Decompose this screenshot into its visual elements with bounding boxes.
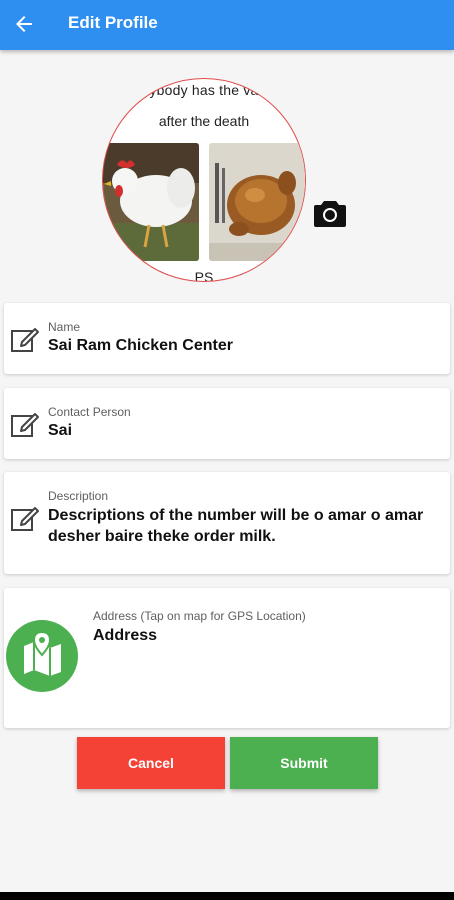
submit-button[interactable]: Submit	[230, 737, 378, 789]
contact-person-card[interactable]: Contact Person Sai	[4, 388, 450, 459]
edit-icon	[11, 413, 39, 437]
edit-icon	[11, 507, 39, 531]
avatar-caption-top: ybody has the va	[149, 82, 259, 98]
page-title: Edit Profile	[68, 13, 158, 32]
chicken-photo	[103, 143, 199, 261]
map-pin-icon[interactable]	[6, 620, 78, 692]
description-field[interactable]: Descriptions of the number will be o ama…	[48, 505, 440, 547]
profile-avatar[interactable]: ybody has the va after the death PS	[102, 78, 306, 282]
app-bar: Edit Profile	[0, 0, 454, 50]
address-label: Address (Tap on map for GPS Location)	[93, 609, 306, 623]
system-nav-bar	[0, 892, 454, 900]
avatar-caption-bottom: PS	[194, 269, 214, 282]
roast-chicken-photo	[209, 143, 305, 261]
arrow-back-icon	[16, 16, 32, 32]
avatar-caption-mid: after the death	[158, 113, 250, 129]
address-field[interactable]: Address	[93, 625, 440, 646]
back-button[interactable]	[10, 10, 38, 38]
name-label: Name	[48, 320, 81, 334]
name-field[interactable]: Sai Ram Chicken Center	[48, 335, 440, 356]
description-label: Description	[48, 489, 109, 503]
edit-icon	[11, 328, 39, 352]
camera-icon	[314, 201, 346, 227]
contact-person-label: Contact Person	[48, 405, 131, 419]
name-card[interactable]: Name Sai Ram Chicken Center	[4, 303, 450, 374]
contact-person-field[interactable]: Sai	[48, 420, 440, 441]
address-card[interactable]: Address (Tap on map for GPS Location) Ad…	[4, 588, 450, 728]
cancel-button[interactable]: Cancel	[77, 737, 225, 789]
camera-button[interactable]	[313, 198, 347, 228]
description-card[interactable]: Description Descriptions of the number w…	[4, 472, 450, 574]
